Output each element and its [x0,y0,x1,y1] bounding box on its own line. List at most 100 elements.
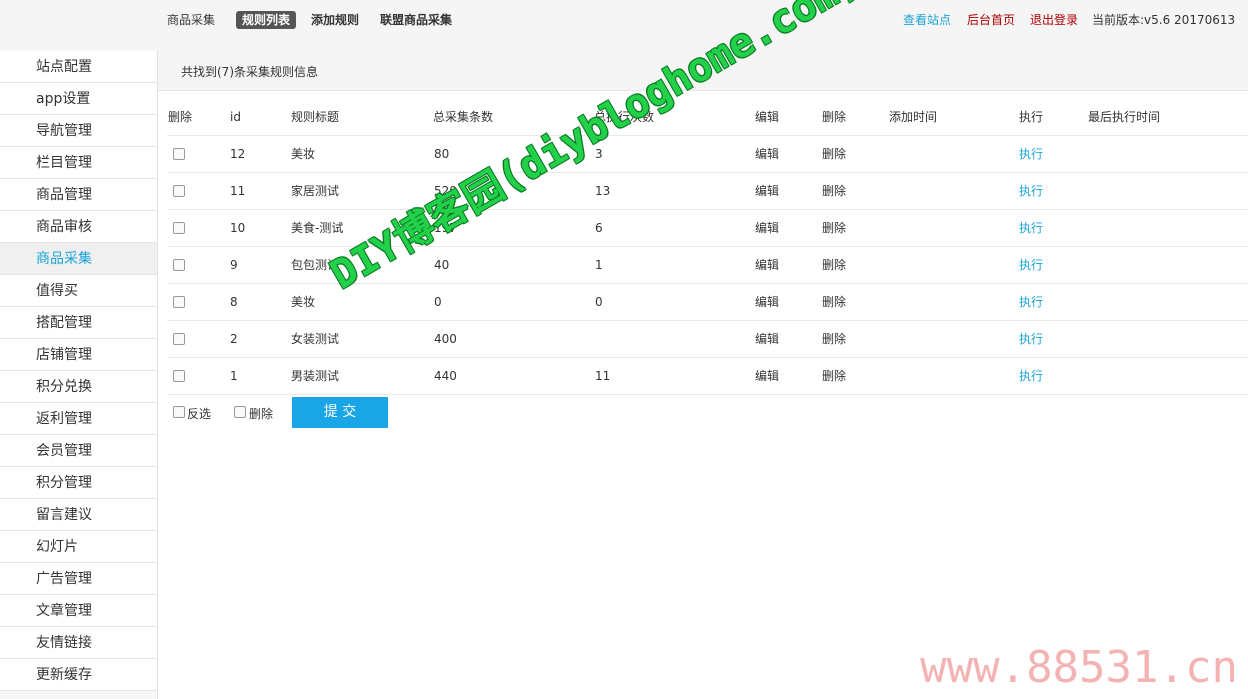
sidebar-item-label: 导航管理 [36,123,92,139]
row-divider [167,209,1248,210]
sidebar-item-label: 留言建议 [36,507,92,523]
tab-add-rule[interactable]: 添加规则 [311,11,359,29]
tab-goods-collect[interactable]: 商品采集 [167,11,215,29]
row-divider [167,283,1248,284]
col-header-delete: 删除 [822,110,847,124]
sidebar-item-label: 积分兑换 [36,379,92,395]
sidebar-item-label: 文章管理 [36,603,92,619]
row-select-checkbox[interactable] [173,259,185,271]
sidebar-item-category[interactable]: 栏目管理 [0,147,157,179]
cell-title: 美食-测试 [291,221,344,235]
cell-title: 女装测试 [291,332,340,346]
row-select-checkbox[interactable] [173,333,185,345]
cell-id: 12 [230,147,246,161]
cell-total: 400 [434,332,457,346]
admin-home-link[interactable]: 后台首页 [967,11,1015,29]
sidebar: 站点配置 app设置 导航管理 栏目管理 商品管理 商品审核 商品采集 值得买 … [0,50,158,699]
delete-link[interactable]: 删除 [822,295,846,309]
sidebar-item-friend-links[interactable]: 友情链接 [0,627,157,659]
col-header-title: 规则标题 [291,110,340,124]
sidebar-item-label: 商品采集 [36,251,92,267]
row-select-checkbox[interactable] [173,370,185,382]
invert-select-checkbox[interactable] [173,406,185,418]
col-header-edit: 编辑 [755,110,780,124]
delete-link[interactable]: 删除 [822,147,846,161]
logo-area [0,0,157,50]
execute-link[interactable]: 执行 [1019,258,1043,272]
sidebar-item-nav[interactable]: 导航管理 [0,115,157,147]
sidebar-item-goods[interactable]: 商品管理 [0,179,157,211]
sidebar-item-label: 幻灯片 [36,539,78,555]
sidebar-item-site-config[interactable]: 站点配置 [0,51,157,83]
sidebar-item-app-settings[interactable]: app设置 [0,83,157,115]
row-select-checkbox[interactable] [173,296,185,308]
sidebar-item-label: 值得买 [36,283,78,299]
sidebar-item-points-exchange[interactable]: 积分兑换 [0,371,157,403]
cell-runs: 11 [595,369,611,383]
cell-total: 40 [434,258,450,272]
sidebar-item-worth-buy[interactable]: 值得买 [0,275,157,307]
cell-total: 80 [434,147,450,161]
sidebar-item-label: 商品管理 [36,187,92,203]
delete-selected-checkbox[interactable] [234,406,246,418]
sidebar-item-rebate[interactable]: 返利管理 [0,403,157,435]
sidebar-item-goods-review[interactable]: 商品审核 [0,211,157,243]
submit-button[interactable]: 提 交 [292,397,388,428]
delete-link[interactable]: 删除 [822,332,846,346]
delete-link[interactable]: 删除 [822,184,846,198]
sidebar-item-slides[interactable]: 幻灯片 [0,531,157,563]
delete-link[interactable]: 删除 [822,369,846,383]
sidebar-item-feedback[interactable]: 留言建议 [0,499,157,531]
execute-link[interactable]: 执行 [1019,184,1043,198]
top-bar: 商品采集 规则列表 添加规则 联盟商品采集 查看站点 后台首页 退出登录 当前版… [0,0,1248,50]
sidebar-item-articles[interactable]: 文章管理 [0,595,157,627]
execute-link[interactable]: 执行 [1019,295,1043,309]
sidebar-item-label: 栏目管理 [36,155,92,171]
tab-alliance-collect[interactable]: 联盟商品采集 [380,11,452,29]
sidebar-item-label: 搭配管理 [36,315,92,331]
logout-link[interactable]: 退出登录 [1030,11,1078,29]
row-divider [167,357,1248,358]
version-text: 当前版本:v5.6 20170613 [1092,13,1236,27]
cell-id: 10 [230,221,246,235]
edit-link[interactable]: 编辑 [755,332,779,346]
sidebar-item-goods-collect[interactable]: 商品采集 [0,243,157,275]
row-divider [167,172,1248,173]
delete-link[interactable]: 删除 [822,258,846,272]
cell-title: 家居测试 [291,184,340,198]
sidebar-item-label: 返利管理 [36,411,92,427]
row-select-checkbox[interactable] [173,222,185,234]
execute-link[interactable]: 执行 [1019,332,1043,346]
sidebar-item-outfit[interactable]: 搭配管理 [0,307,157,339]
edit-link[interactable]: 编辑 [755,295,779,309]
edit-link[interactable]: 编辑 [755,258,779,272]
cell-total: 0 [434,295,442,309]
cell-title: 美妆 [291,147,316,161]
sidebar-item-ads[interactable]: 广告管理 [0,563,157,595]
row-select-checkbox[interactable] [173,148,185,160]
sidebar-item-label: 商品审核 [36,219,92,235]
cell-id: 9 [230,258,238,272]
tab-rule-list[interactable]: 规则列表 [236,11,297,29]
col-header-added-time: 添加时间 [889,110,938,124]
sidebar-item-label: 积分管理 [36,475,92,491]
sidebar-item-shop[interactable]: 店铺管理 [0,339,157,371]
row-divider [167,394,1248,395]
execute-link[interactable]: 执行 [1019,147,1043,161]
edit-link[interactable]: 编辑 [755,369,779,383]
sidebar-item-update-cache[interactable]: 更新缓存 [0,659,157,691]
edit-link[interactable]: 编辑 [755,221,779,235]
edit-link[interactable]: 编辑 [755,147,779,161]
sidebar-item-points[interactable]: 积分管理 [0,467,157,499]
execute-link[interactable]: 执行 [1019,369,1043,383]
view-site-link[interactable]: 查看站点 [903,11,951,29]
sidebar-item-label: 会员管理 [36,443,92,459]
edit-link[interactable]: 编辑 [755,184,779,198]
execute-link[interactable]: 执行 [1019,221,1043,235]
cell-id: 11 [230,184,246,198]
cell-id: 8 [230,295,238,309]
sidebar-item-members[interactable]: 会员管理 [0,435,157,467]
row-select-checkbox[interactable] [173,185,185,197]
delete-link[interactable]: 删除 [822,221,846,235]
col-header-id: id [230,110,241,124]
